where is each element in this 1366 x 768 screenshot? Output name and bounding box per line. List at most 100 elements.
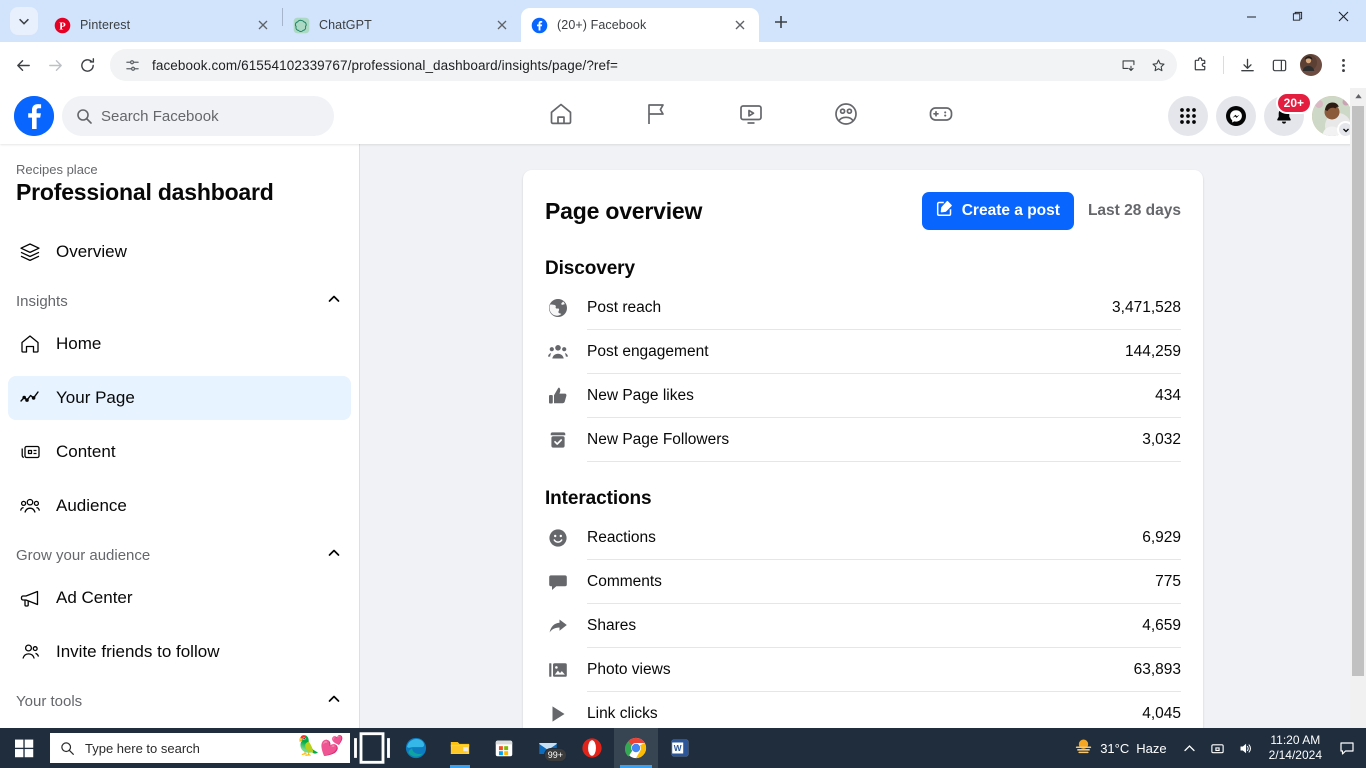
file-explorer-icon[interactable] xyxy=(438,728,482,768)
grid-menu-icon[interactable] xyxy=(1168,96,1208,136)
sidebar-item-content[interactable]: Content xyxy=(8,430,351,474)
windows-start-icon[interactable] xyxy=(0,728,48,768)
notifications-icon[interactable]: 20+ xyxy=(1264,92,1312,136)
puzzle-icon[interactable] xyxy=(1185,50,1215,80)
sidebar-item-label: Audience xyxy=(56,496,127,515)
side-panel-icon[interactable] xyxy=(1264,50,1294,80)
follower-check-icon xyxy=(545,427,571,453)
nav-pages[interactable] xyxy=(609,92,704,140)
taskbar-clock[interactable]: 11:20 AM 2/14/2024 xyxy=(1261,733,1330,763)
onedrive-icon[interactable] xyxy=(1205,728,1231,768)
metric-row[interactable]: New Page Followers 3,032 xyxy=(545,418,1181,462)
chevron-up-icon[interactable] xyxy=(327,292,341,311)
new-tab-button[interactable] xyxy=(767,8,795,36)
sidebar-item-label: Ad Center xyxy=(56,588,133,607)
chevron-up-icon[interactable] xyxy=(1177,728,1203,768)
sidebar-item-home[interactable]: Home xyxy=(8,322,351,366)
date-range-selector[interactable]: Last 28 days xyxy=(1088,202,1181,220)
weather-condition: Haze xyxy=(1136,740,1167,756)
minimize-icon[interactable] xyxy=(1228,0,1274,32)
metric-content: Reactions 6,929 xyxy=(587,516,1181,560)
main-content: Page overview Create a post Last 28 days… xyxy=(360,144,1366,768)
close-icon[interactable] xyxy=(731,16,749,34)
sidebar-item-your-page[interactable]: Your Page xyxy=(8,376,351,420)
profile-avatar[interactable] xyxy=(1296,50,1326,80)
smiley-icon xyxy=(545,525,571,551)
site-settings-icon[interactable] xyxy=(122,55,142,75)
window-controls xyxy=(1228,0,1366,42)
action-center-icon[interactable] xyxy=(1332,728,1362,768)
three-dot-menu-icon[interactable] xyxy=(1328,50,1358,80)
vertical-scrollbar[interactable] xyxy=(1350,88,1366,768)
user-avatar-button[interactable] xyxy=(1312,96,1354,138)
scrollbar-thumb[interactable] xyxy=(1352,106,1364,676)
scroll-up-arrow[interactable] xyxy=(1350,88,1366,105)
create-post-button[interactable]: Create a post xyxy=(921,192,1074,230)
star-icon[interactable] xyxy=(1145,52,1171,78)
metric-content: New Page likes 434 xyxy=(587,374,1181,418)
opera-icon[interactable] xyxy=(570,728,614,768)
nav-gaming[interactable] xyxy=(894,92,989,140)
metric-row[interactable]: Reactions 6,929 xyxy=(545,516,1181,560)
facebook-search-box[interactable] xyxy=(62,96,334,136)
sidebar-group-your-tools[interactable]: Your tools xyxy=(0,684,359,718)
sidebar-group-label: Insights xyxy=(16,292,68,310)
install-app-icon[interactable] xyxy=(1115,52,1141,78)
sidebar-item-invite-friends-to-follow[interactable]: Invite friends to follow xyxy=(8,630,351,674)
taskbar-search-box[interactable]: Type here to search 🦜💕 xyxy=(50,733,350,763)
metric-label: Photo views xyxy=(587,660,671,678)
messenger-icon[interactable] xyxy=(1216,96,1256,136)
speaker-icon[interactable] xyxy=(1233,728,1259,768)
weather-widget[interactable]: 31°C Haze xyxy=(1066,736,1174,760)
metric-row[interactable]: Photo views 63,893 xyxy=(545,648,1181,692)
chevron-up-icon[interactable] xyxy=(327,692,341,711)
microsoft-word-icon[interactable]: W xyxy=(658,728,702,768)
card-header: Page overview Create a post Last 28 days xyxy=(545,192,1181,230)
sidebar-item-ad-center[interactable]: Ad Center xyxy=(8,576,351,620)
metric-row[interactable]: Post engagement 144,259 xyxy=(545,330,1181,374)
maximize-icon[interactable] xyxy=(1274,0,1320,32)
sidebar-item-audience[interactable]: Audience xyxy=(8,484,351,528)
task-view-icon[interactable] xyxy=(350,728,394,768)
mail-icon[interactable]: 99+ xyxy=(526,728,570,768)
gaming-icon xyxy=(928,101,954,132)
microsoft-edge-icon[interactable] xyxy=(394,728,438,768)
browser-tab-facebook[interactable]: (20+) Facebook xyxy=(521,8,759,42)
facebook-logo[interactable] xyxy=(14,96,54,136)
browser-tab-chatgpt[interactable]: ChatGPT xyxy=(283,8,521,42)
chevron-up-icon[interactable] xyxy=(327,546,341,565)
left-sidebar: Recipes place Professional dashboard Ove… xyxy=(0,144,360,768)
google-chrome-icon[interactable] xyxy=(614,728,658,768)
nav-home[interactable] xyxy=(514,92,609,140)
chatgpt-icon xyxy=(293,17,310,34)
nav-groups[interactable] xyxy=(799,92,894,140)
svg-text:P: P xyxy=(59,21,66,32)
forward-arrow-icon[interactable] xyxy=(40,50,70,80)
sidebar-group-insights[interactable]: Insights xyxy=(0,284,359,318)
tab-title: Pinterest xyxy=(80,18,131,32)
download-icon[interactable] xyxy=(1232,50,1262,80)
tab-title: ChatGPT xyxy=(319,18,372,32)
address-bar[interactable]: facebook.com/61554102339767/professional… xyxy=(110,49,1177,81)
browser-tab-pinterest[interactable]: P Pinterest xyxy=(44,8,282,42)
metric-row[interactable]: New Page likes 434 xyxy=(545,374,1181,418)
close-icon[interactable] xyxy=(493,16,511,34)
back-arrow-icon[interactable] xyxy=(8,50,38,80)
sidebar-group-grow-your-audience[interactable]: Grow your audience xyxy=(0,538,359,572)
metric-value: 6,929 xyxy=(1142,528,1181,546)
reload-icon[interactable] xyxy=(72,50,102,80)
metric-row[interactable]: Post reach 3,471,528 xyxy=(545,286,1181,330)
metric-row[interactable]: Comments 775 xyxy=(545,560,1181,604)
close-icon[interactable] xyxy=(1320,0,1366,32)
tab-search-chevron-down-icon[interactable] xyxy=(10,7,38,35)
chrome-browser-window: P Pinterest ChatGPT (20+) Facebook faceb… xyxy=(0,0,1366,768)
nav-video[interactable] xyxy=(704,92,799,140)
close-icon[interactable] xyxy=(254,16,272,34)
microsoft-store-icon[interactable] xyxy=(482,728,526,768)
metric-value: 434 xyxy=(1155,386,1181,404)
search-input[interactable] xyxy=(101,107,320,125)
page-overview-card: Page overview Create a post Last 28 days… xyxy=(523,170,1203,740)
metric-row[interactable]: Shares 4,659 xyxy=(545,604,1181,648)
svg-text:W: W xyxy=(674,744,682,753)
sidebar-item-overview[interactable]: Overview xyxy=(8,230,351,274)
